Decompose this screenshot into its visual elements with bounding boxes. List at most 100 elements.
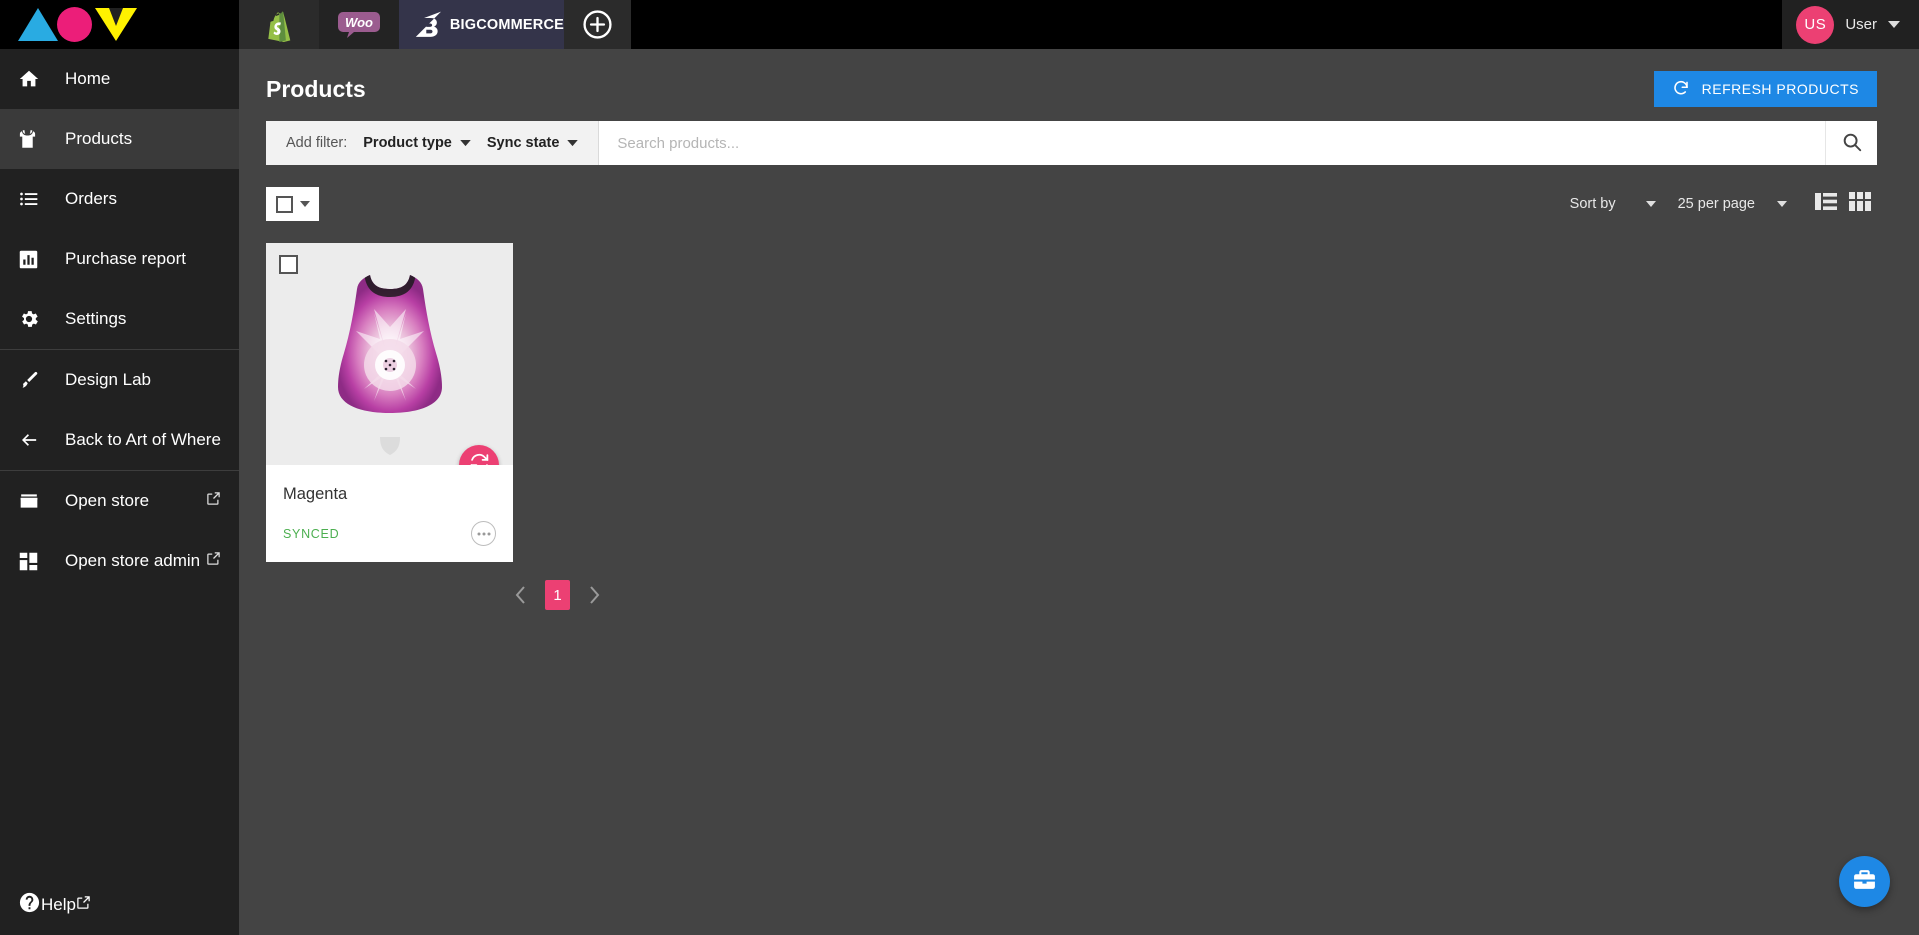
chevron-down-icon [1888,16,1900,34]
sidebar-item-open-store[interactable]: Open store [0,471,239,531]
chevron-right-icon [590,586,600,604]
woocommerce-icon: Woo [338,11,380,38]
ellipsis-icon [477,532,490,535]
sidebar-item-label: Back to Art of Where [65,430,221,449]
sidebar-item-orders[interactable]: Orders [0,169,239,229]
product-more-menu-button[interactable] [471,521,496,546]
gear-icon [18,308,48,330]
dashboard-icon [18,551,48,572]
sidebar-item-open-store-admin[interactable]: Open store admin [0,531,239,591]
external-link-icon [206,551,221,571]
chevron-down-icon [300,201,310,207]
product-checkbox[interactable] [279,255,298,274]
product-type-filter-label: Product type [363,135,452,151]
select-all-dropdown[interactable] [266,187,319,221]
sort-by-dropdown[interactable]: Sort by [1570,196,1656,212]
page-header: Products REFRESH PRODUCTS [239,49,1919,121]
toolbox-icon [1852,867,1877,897]
per-page-label: 25 per page [1677,196,1755,212]
product-type-filter[interactable]: Product type [363,135,471,151]
toolbar-right: Sort by 25 per page [1570,188,1877,220]
product-title: Magenta [283,485,348,503]
store-tab-bigcommerce[interactable]: BIGCOMMERCE [399,0,564,49]
aow-logo[interactable] [18,7,137,42]
per-page-dropdown[interactable]: 25 per page [1678,196,1787,212]
storefront-icon [18,491,48,511]
sidebar-item-design-lab[interactable]: Design Lab [0,350,239,410]
pagination-page-1[interactable]: 1 [545,580,570,610]
sidebar-item-label: Help [41,895,76,914]
sync-state-filter[interactable]: Sync state [487,135,579,151]
sidebar-item-back-to-art-of-where[interactable]: Back to Art of Where [0,410,239,470]
product-card[interactable]: Magenta SYNCED [266,243,513,562]
chart-icon [18,249,48,270]
product-grid: Magenta SYNCED [266,243,1919,562]
store-tab-woocommerce[interactable]: Woo [319,0,399,49]
sidebar-item-settings[interactable]: Settings [0,289,239,349]
content-wrap: Products REFRESH PRODUCTS Add filter: Pr… [239,49,1919,935]
chevron-down-icon [1645,201,1656,207]
sidebar-item-label: Settings [65,309,127,328]
sidebar-item-label: Orders [65,189,117,208]
sidebar-item-label: Open store [65,491,150,510]
topbar: Woo BIGCOMMERCE US User [239,0,1919,49]
sidebar-item-label: Purchase report [65,249,186,268]
chevron-down-icon [1777,201,1787,207]
sidebar-nav: Home Products Orders Purchase report Set… [0,49,239,591]
external-link-icon [206,491,221,511]
sync-state-filter-label: Sync state [486,135,560,151]
grid-view-button[interactable] [1843,188,1877,220]
product-image [266,243,513,465]
product-card-body: Magenta SYNCED [266,465,513,562]
refresh-products-button[interactable]: REFRESH PRODUCTS [1653,71,1877,107]
help-icon [18,891,41,919]
sidebar-item-purchase-report[interactable]: Purchase report [0,229,239,289]
plus-circle-icon [583,10,612,39]
product-card-footer: SYNCED [283,521,496,546]
sync-icon [469,452,490,465]
pagination: 1 [507,580,1919,610]
bigcommerce-icon [415,11,442,37]
brush-icon [18,369,48,391]
search-button[interactable] [1825,121,1877,165]
select-all-checkbox[interactable] [276,195,293,213]
home-icon [18,68,48,90]
product-thumbnail-dress [334,269,446,457]
pagination-prev-button[interactable] [507,580,535,610]
sidebar-item-home[interactable]: Home [0,49,239,109]
add-store-button[interactable] [564,0,631,49]
sync-product-button[interactable] [459,445,499,465]
sidebar-item-label: Design Lab [65,370,152,389]
sidebar-item-label: Products [65,129,133,148]
user-name-label: User [1845,16,1877,33]
support-fab[interactable] [1839,856,1890,907]
search-icon [1841,131,1863,156]
svg-text:Woo: Woo [345,15,373,30]
user-menu[interactable]: US User [1782,0,1919,49]
search-input[interactable] [598,121,1825,165]
logo-circle-icon [57,7,92,42]
arrow-left-icon [18,430,48,450]
logo-triangle-icon [18,8,58,41]
store-tab-shopify[interactable] [239,0,319,49]
logo-area[interactable] [0,0,239,49]
list-view-icon [1815,192,1837,216]
sidebar: Home Products Orders Purchase report Set… [0,0,239,935]
sort-by-label: Sort by [1569,196,1616,212]
sidebar-item-help[interactable]: Help [0,875,239,935]
list-view-button[interactable] [1809,188,1843,220]
main-area: Woo BIGCOMMERCE US User Products REFRESH… [239,0,1919,935]
filter-group: Add filter: Product type Sync state [266,121,599,165]
chevron-left-icon [515,586,525,604]
page-title: Products [266,75,366,102]
add-filter-label: Add filter: [286,135,348,151]
sidebar-item-label: Home [65,69,111,88]
pagination-next-button[interactable] [580,580,608,610]
list-icon [18,189,48,209]
status-badge: SYNCED [283,526,340,541]
app-root: Home Products Orders Purchase report Set… [0,0,1919,935]
sidebar-item-label: Open store admin [65,551,201,570]
search-wrap [598,121,1877,165]
chevron-down-icon [567,135,579,151]
sidebar-item-products[interactable]: Products [0,109,239,169]
